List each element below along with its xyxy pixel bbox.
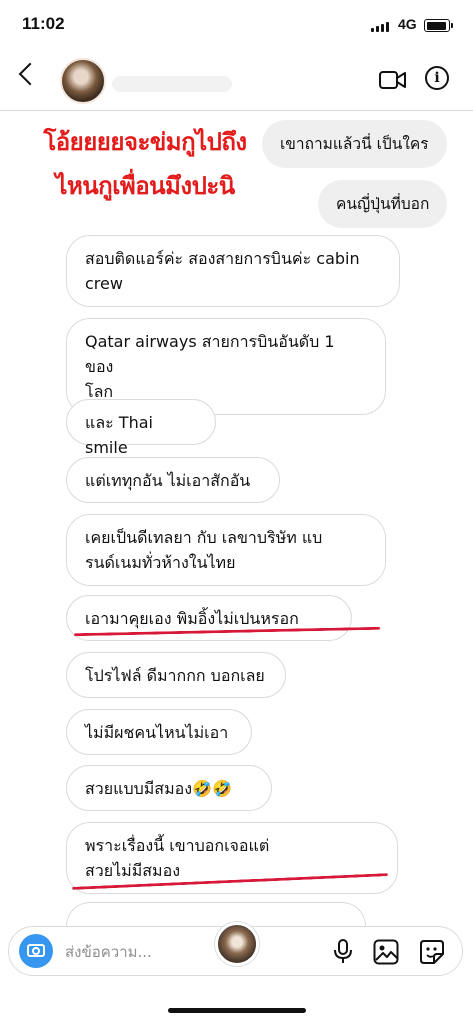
home-indicator	[168, 1008, 306, 1013]
caption-line-2: ไหนกูเพื่อนมึงปะนิ	[55, 172, 235, 200]
message-line: รนด์เนมทั่วห้างในไทย	[85, 553, 236, 572]
floating-avatar	[215, 922, 259, 966]
message-line: และ Thai smile	[85, 413, 153, 457]
camera-icon[interactable]	[19, 934, 53, 968]
message-line: สวยแบบมีสมอง🤣🤣	[85, 779, 232, 798]
back-icon[interactable]	[18, 62, 42, 86]
network-type: 4G	[398, 16, 417, 32]
signal-icon	[371, 22, 389, 32]
received-message-bubble[interactable]: พราะเรื่องนี้ เขาบอกเจอแต่ สวยไม่มีสมอง	[66, 822, 398, 894]
microphone-icon[interactable]	[333, 939, 353, 965]
message-line: ไม่มีผชคนไหนไม่เอา	[85, 723, 229, 742]
message-line: เอามาคุยเอง พิมอิ้งไม่เปนหรอก	[85, 609, 299, 628]
sent-message-bubble[interactable]: เขาถามแล้วนี่ เป็นใคร	[262, 120, 447, 168]
message-line: สอบติดแอร์ค่ะ สองสายการบินค่ะ cabin	[85, 249, 360, 268]
received-message-bubble[interactable]: สวยแบบมีสมอง🤣🤣	[66, 765, 272, 811]
message-line: แต่เททุกอัน ไม่เอาสักอัน	[85, 471, 251, 490]
message-line: Qatar airways สายการบินอันดับ 1 ของ	[85, 332, 335, 376]
info-icon[interactable]: i	[425, 66, 449, 90]
message-line: พราะเรื่องนี้ เขาบอกเจอแต่	[85, 836, 270, 855]
message-line: crew	[85, 274, 123, 293]
received-message-bubble[interactable]: แต่เททุกอัน ไม่เอาสักอัน	[66, 457, 280, 503]
gallery-icon[interactable]	[373, 939, 399, 965]
contact-name-redacted[interactable]	[112, 76, 232, 92]
received-message-bubble[interactable]: สอบติดแอร์ค่ะ สองสายการบินค่ะ cabin crew	[66, 235, 400, 307]
sticker-icon[interactable]	[419, 939, 445, 965]
received-message-bubble[interactable]: เคยเป็นดีเทลยา กับ เลขาบริษัท แบ รนด์เนม…	[66, 514, 386, 586]
received-message-bubble[interactable]: โปรไฟล์ ดีมากกก บอกเลย	[66, 652, 286, 698]
caption-line-1: โอ้ยยยยจะข่มกูไปถึง	[43, 128, 247, 156]
battery-icon	[424, 19, 453, 32]
video-call-icon[interactable]	[379, 70, 407, 90]
received-message-bubble[interactable]: และ Thai smile	[66, 399, 216, 457]
sent-message-bubble[interactable]: คนญี่ปุ่นที่บอก	[318, 180, 448, 228]
received-message-bubble[interactable]: ไม่มีผชคนไหนไม่เอา	[66, 709, 252, 755]
caption-overlay: โอ้ยยยยจะข่มกูไปถึง ไหนกูเพื่อนมึงปะนิ	[0, 120, 290, 208]
message-line: โปรไฟล์ ดีมากกก บอกเลย	[85, 666, 265, 685]
contact-avatar[interactable]	[60, 58, 106, 104]
status-time: 11:02	[22, 14, 65, 33]
message-line: เคยเป็นดีเทลยา กับ เลขาบริษัท แบ	[85, 528, 323, 547]
chat-header: i	[0, 46, 473, 111]
